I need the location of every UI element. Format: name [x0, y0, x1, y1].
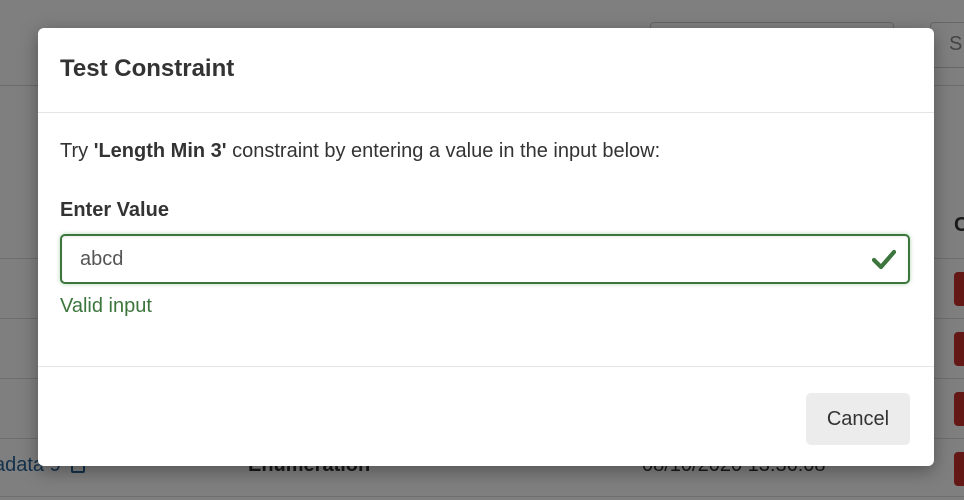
instruction-prefix: Try — [60, 140, 94, 162]
value-input-group — [60, 234, 910, 284]
validation-message: Valid input — [60, 295, 152, 317]
modal-title: Test Constraint — [60, 55, 235, 82]
cancel-button[interactable]: Cancel — [806, 393, 910, 445]
enter-value-label: Enter Value — [60, 199, 169, 221]
modal-header: Test Constraint — [38, 28, 934, 113]
modal-body: Try 'Length Min 3' constraint by enterin… — [38, 113, 934, 366]
instruction-suffix: constraint by entering a value in the in… — [226, 140, 661, 162]
constraint-name: 'Length Min 3' — [93, 140, 227, 162]
test-constraint-dialog: Test Constraint Try 'Length Min 3' const… — [38, 28, 934, 466]
value-input[interactable] — [60, 234, 910, 284]
modal-footer: Cancel — [38, 366, 934, 466]
check-icon — [872, 249, 896, 270]
instruction-text: Try 'Length Min 3' constraint by enterin… — [60, 140, 660, 163]
